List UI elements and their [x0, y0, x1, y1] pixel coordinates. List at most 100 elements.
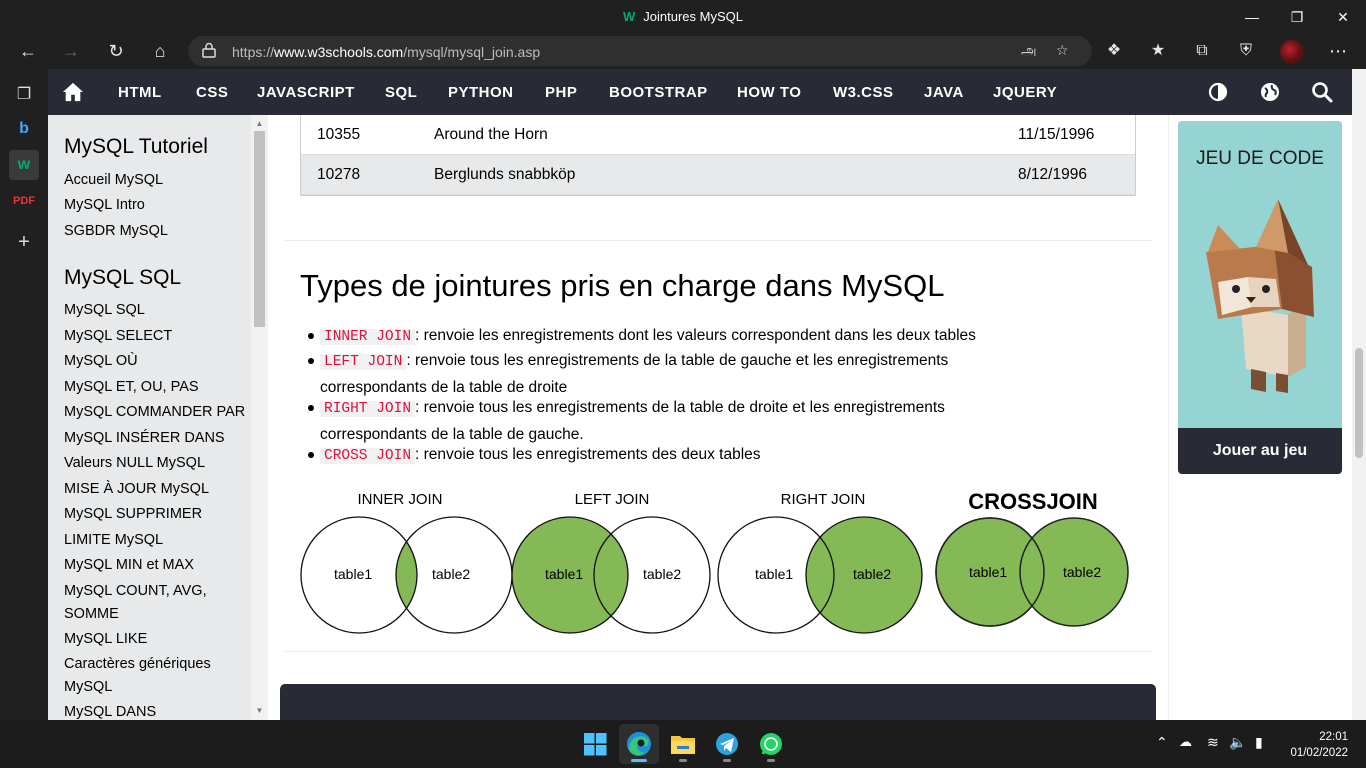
menu-item[interactable]: MySQL MIN et MAX — [64, 554, 249, 577]
list-item: RIGHT JOIN: renvoie tous les enregistrem… — [308, 395, 1080, 447]
table-cell: 10355 — [317, 126, 361, 143]
diagram-title: INNER JOIN — [357, 491, 443, 508]
whatsapp-icon — [760, 733, 782, 755]
taskbar-whatsapp[interactable] — [751, 724, 791, 764]
dark-section-box — [280, 684, 1156, 720]
collections-icon[interactable]: ⧉ — [1187, 36, 1217, 66]
home-icon[interactable] — [62, 81, 84, 103]
menu-scrollbar[interactable]: ▲ ▼ — [251, 115, 268, 720]
menu-item[interactable]: Caractères génériques MySQL — [64, 653, 224, 699]
page-scrollbar-thumb[interactable] — [1355, 348, 1363, 458]
nav-bootstrap[interactable]: BOOTSTRAP — [609, 84, 708, 101]
bing-icon[interactable]: b — [9, 114, 39, 144]
nav-html[interactable]: HTML — [118, 84, 162, 101]
address-bar[interactable]: https://www.w3schools.com/mysql/mysql_jo… — [188, 36, 1092, 66]
menu-item[interactable]: MySQL SQL — [64, 299, 249, 322]
menu-item[interactable]: MySQL OÙ — [64, 350, 249, 373]
new-tab-icon[interactable]: + — [9, 227, 39, 257]
wifi-icon[interactable]: ≋ — [1207, 734, 1219, 751]
pdf-tab-icon[interactable]: PDF — [9, 186, 39, 216]
browser-essentials-icon[interactable]: ⛨ — [1231, 36, 1261, 66]
tutorial-menu: MySQL Tutoriel Accueil MySQL MySQL Intro… — [48, 115, 251, 720]
taskbar-file-explorer[interactable] — [663, 724, 703, 764]
scroll-down-arrow-icon[interactable]: ▼ — [255, 706, 264, 715]
code-game-ad[interactable]: JEU DE CODE Jouer au jeu — [1178, 121, 1342, 474]
profile-avatar[interactable] — [1280, 40, 1304, 64]
nav-w3css[interactable]: W3.CSS — [833, 84, 894, 101]
menu-item[interactable]: Accueil MySQL — [64, 169, 249, 192]
play-game-button[interactable]: Jouer au jeu — [1178, 428, 1342, 474]
translate-icon[interactable]: அ — [1021, 42, 1037, 61]
result-table: 10355 Around the Horn 11/15/1996 10278 B… — [300, 115, 1136, 196]
menu-section-title: MySQL Tutoriel — [64, 135, 208, 158]
nav-javascript[interactable]: JAVASCRIPT — [257, 84, 355, 101]
folder-icon — [671, 736, 695, 754]
menu-item[interactable]: MISE À JOUR MySQL — [64, 478, 249, 501]
nav-sql[interactable]: SQL — [385, 84, 417, 101]
battery-icon[interactable]: ▮ — [1255, 734, 1263, 751]
w3schools-tab-icon[interactable]: w — [9, 150, 39, 180]
nav-howto[interactable]: HOW TO — [737, 84, 801, 101]
more-menu-icon[interactable]: ⋯ — [1323, 36, 1353, 66]
taskbar-edge[interactable] — [619, 724, 659, 764]
url-text[interactable]: https://www.w3schools.com/mysql/mysql_jo… — [232, 44, 540, 60]
forward-button[interactable]: → — [56, 36, 86, 66]
menu-item[interactable]: LIMITE MySQL — [64, 529, 249, 552]
running-indicator — [679, 759, 687, 762]
favorites-icon[interactable]: ★ — [1143, 36, 1173, 66]
table-cell: 11/15/1996 — [1018, 126, 1095, 143]
tab-actions-icon[interactable]: ❐ — [9, 80, 39, 110]
screen: W Jointures MySQL — ❐ ✕ ← → ↻ ⌂ https://w… — [0, 0, 1366, 768]
onedrive-icon[interactable]: ☁ — [1179, 734, 1192, 750]
table-cell: Berglunds snabbköp — [434, 166, 576, 183]
menu-item[interactable]: MySQL COMMANDER PAR — [64, 401, 249, 424]
menu-item[interactable]: MySQL Intro — [64, 194, 249, 217]
venn-diagrams-svg — [300, 516, 1129, 634]
back-button[interactable]: ← — [13, 36, 43, 66]
right-column: JEU DE CODE Jouer au jeu — [1168, 115, 1352, 720]
close-window-button[interactable]: ✕ — [1320, 6, 1366, 28]
menu-section-title: MySQL SQL — [64, 266, 182, 289]
globe-icon[interactable] — [1258, 80, 1282, 104]
menu-item[interactable]: MySQL COUNT, AVG, SOMME — [64, 580, 214, 626]
scroll-up-arrow-icon[interactable]: ▲ — [255, 119, 264, 128]
nav-css[interactable]: CSS — [196, 84, 228, 101]
venn-label: table2 — [1063, 564, 1102, 580]
extensions-icon[interactable]: ❖ — [1099, 36, 1129, 66]
taskbar: ⌃ ☁ ≋ 🔈 ▮ 22:01 01/02/2022 — [0, 720, 1366, 768]
table-row: 10355 Around the Horn 11/15/1996 — [301, 115, 1135, 155]
menu-item[interactable]: SGBDR MySQL — [64, 220, 249, 243]
tray-chevron-up-icon[interactable]: ⌃ — [1156, 734, 1168, 751]
list-text: : renvoie tous les enregistrements des d… — [415, 446, 761, 463]
system-clock[interactable]: 22:01 01/02/2022 — [1282, 729, 1348, 761]
list-item: LEFT JOIN: renvoie tous les enregistreme… — [308, 348, 1080, 400]
menu-item[interactable]: MySQL DANS — [64, 701, 249, 720]
refresh-button[interactable]: ↻ — [101, 36, 131, 66]
table-cell: 8/12/1996 — [1018, 166, 1087, 183]
window-title: Jointures MySQL — [643, 9, 743, 24]
add-favorite-icon[interactable]: ☆ — [1056, 42, 1069, 59]
menu-item[interactable]: MySQL INSÉRER DANS — [64, 427, 249, 450]
list-text: : renvoie tous les enregistrements de la… — [415, 399, 945, 416]
menu-item[interactable]: MySQL LIKE — [64, 628, 249, 651]
contrast-icon[interactable] — [1206, 80, 1230, 104]
nav-java[interactable]: JAVA — [924, 84, 964, 101]
menu-scrollbar-thumb[interactable] — [254, 131, 265, 327]
start-button[interactable] — [575, 724, 615, 764]
telegram-icon — [716, 733, 738, 755]
taskbar-telegram[interactable] — [707, 724, 747, 764]
restore-button[interactable]: ❐ — [1274, 6, 1320, 28]
code-snippet: RIGHT JOIN — [320, 401, 416, 417]
menu-item[interactable]: MySQL ET, OU, PAS — [64, 376, 249, 399]
home-button[interactable]: ⌂ — [145, 36, 175, 66]
menu-item[interactable]: Valeurs NULL MySQL — [64, 452, 249, 475]
nav-php[interactable]: PHP — [545, 84, 577, 101]
nav-python[interactable]: PYTHON — [448, 84, 514, 101]
page-scrollbar[interactable] — [1352, 69, 1366, 720]
search-icon[interactable] — [1310, 80, 1334, 104]
minimize-button[interactable]: — — [1229, 6, 1275, 28]
nav-jquery[interactable]: JQUERY — [993, 84, 1057, 101]
menu-item[interactable]: MySQL SELECT — [64, 325, 249, 348]
menu-item[interactable]: MySQL SUPPRIMER — [64, 503, 249, 526]
volume-icon[interactable]: 🔈 — [1229, 734, 1246, 751]
